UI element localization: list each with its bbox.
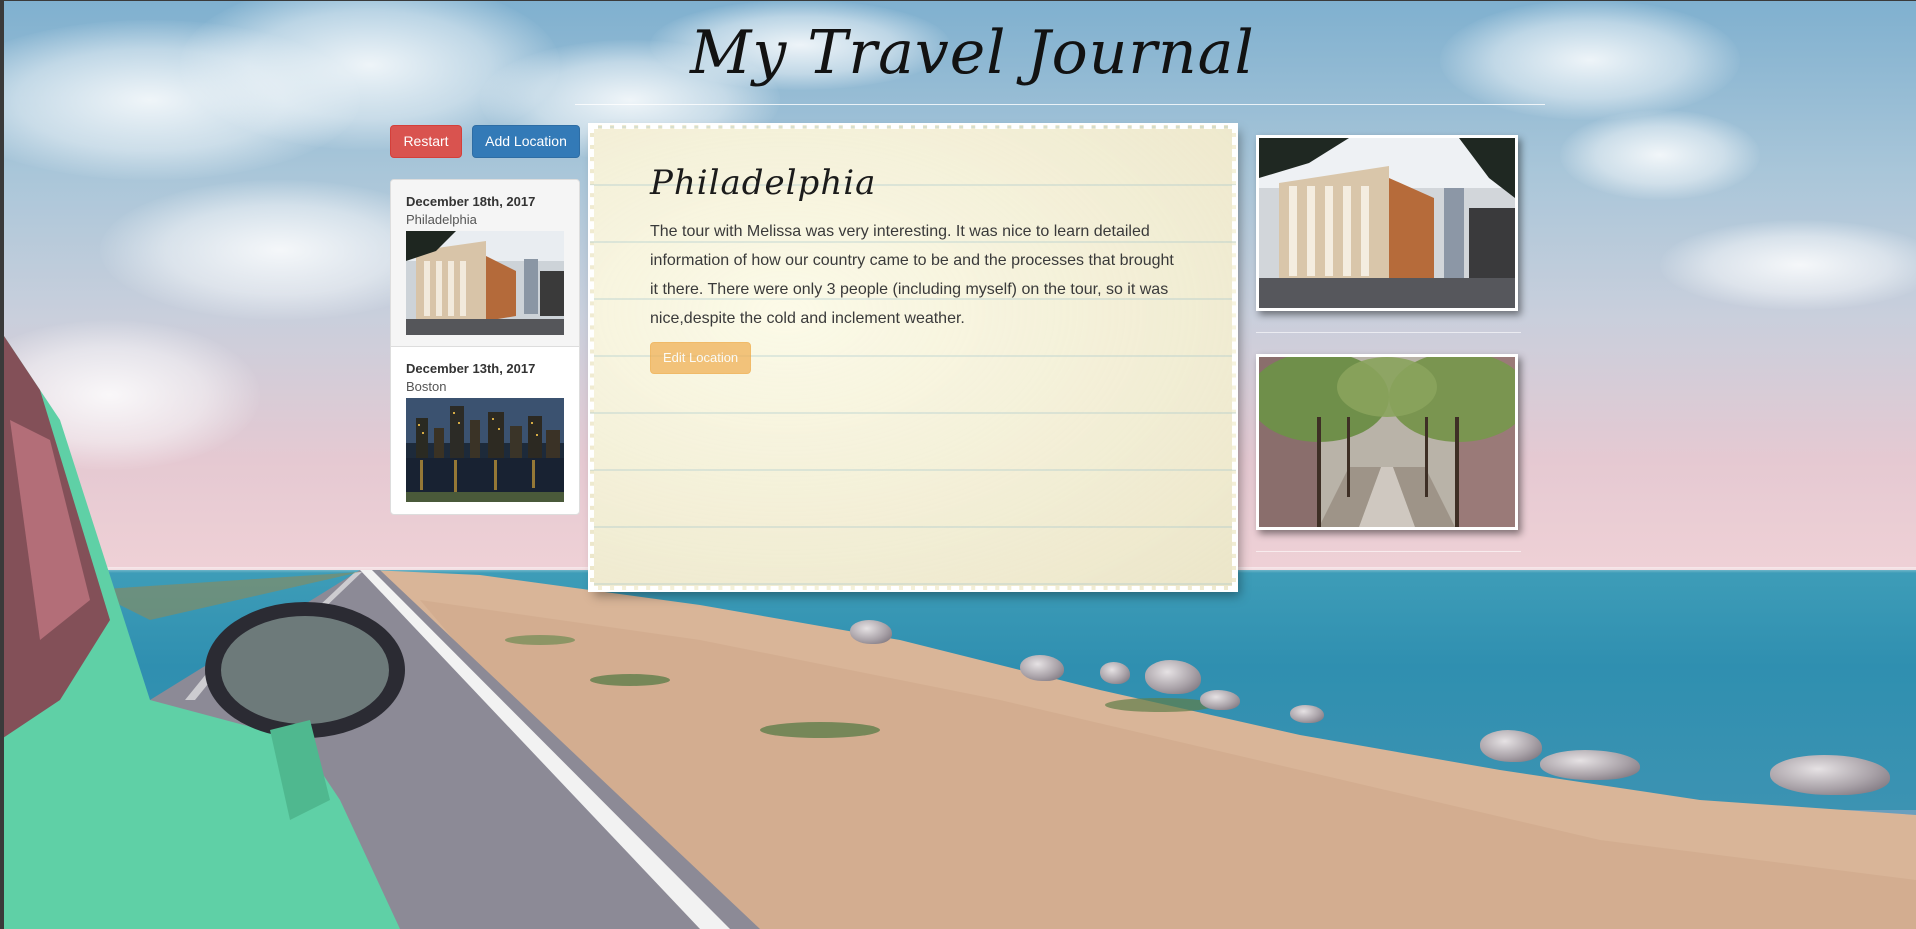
boston-thumbnail: [406, 398, 564, 502]
photo-divider: [1256, 551, 1521, 552]
philadelphia-street-photo[interactable]: [1256, 135, 1518, 311]
photo-gallery: [1256, 135, 1521, 573]
journal-entry-card: Philadelphia The tour with Melissa was v…: [588, 123, 1238, 592]
page-title: My Travel Journal: [690, 18, 1255, 88]
entry-body: The tour with Melissa was very interesti…: [650, 223, 1174, 327]
location-list: December 18th, 2017 Philadelphia Decembe…: [390, 179, 580, 515]
photo-divider: [1256, 332, 1521, 333]
location-city: Philadelphia: [406, 212, 477, 227]
location-list-item[interactable]: December 18th, 2017 Philadelphia: [391, 180, 579, 347]
location-city: Boston: [406, 379, 447, 394]
header-divider: [575, 104, 1545, 105]
restart-button[interactable]: Restart: [390, 125, 462, 158]
philadelphia-thumbnail: [406, 231, 564, 335]
add-location-button[interactable]: Add Location: [472, 125, 580, 158]
location-date: December 13th, 2017: [406, 361, 536, 376]
entry-title: Philadelphia: [650, 163, 877, 203]
location-list-item[interactable]: December 13th, 2017 Boston: [391, 347, 579, 514]
location-date: December 18th, 2017: [406, 194, 536, 209]
tree-lined-street-photo[interactable]: [1256, 354, 1518, 530]
edit-location-button[interactable]: Edit Location: [650, 342, 752, 374]
